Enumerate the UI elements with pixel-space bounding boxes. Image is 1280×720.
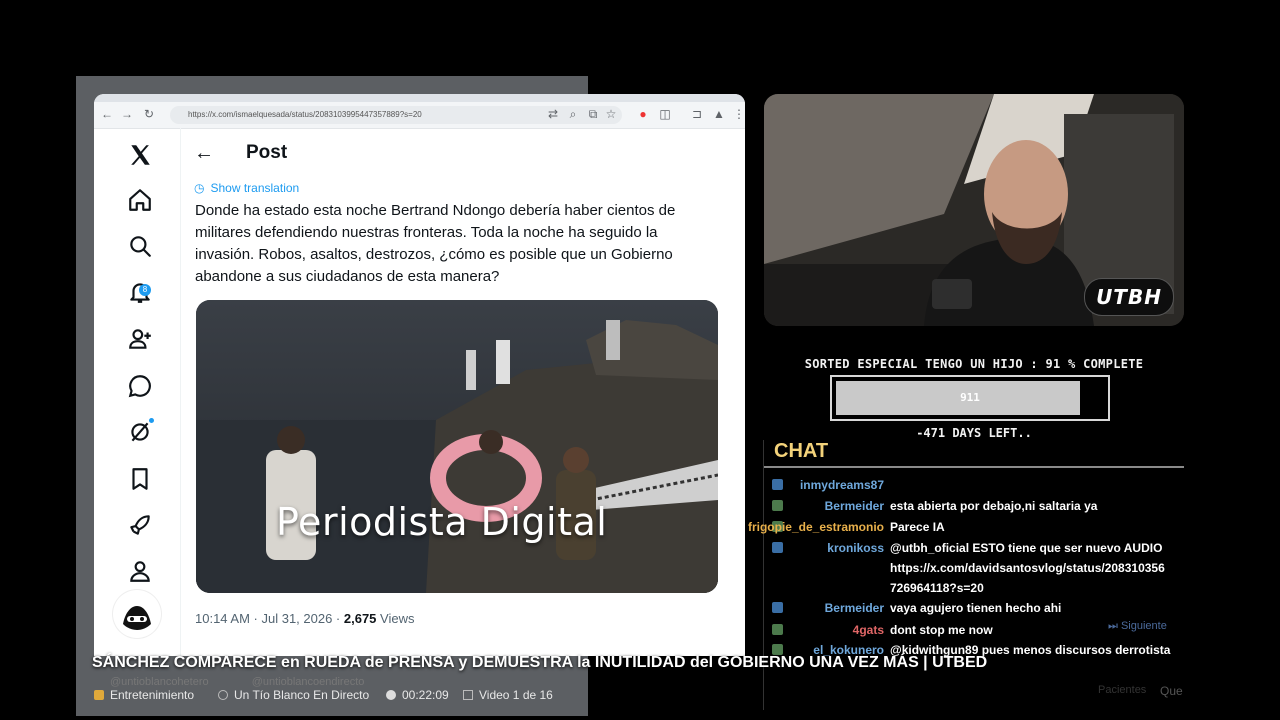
post-header-title: Post [246, 142, 288, 163]
folder-icon [94, 690, 104, 700]
browser-toolbar: ← → ↻ https://x.com/ismaelquesada/status… [94, 102, 745, 129]
video-frame [196, 300, 718, 593]
tweet-metadata: 10:14 AM · Jul 31, 2026 · 2,675 Views [195, 610, 414, 628]
sidebar-icon[interactable]: ⊐ [688, 105, 706, 123]
category-label: Entretenimiento [110, 688, 195, 702]
clock-icon [386, 690, 396, 700]
chat-message-text: esta abierta por debajo,ni saltaria ya [890, 499, 1098, 513]
channel-item[interactable]: Un Tío Blanco En Directo [218, 688, 369, 702]
duration-item: 00:22:09 [386, 688, 449, 702]
translate-globe-icon: ◷ [194, 181, 205, 195]
browser-window: ← → ↻ https://x.com/ismaelquesada/status… [94, 94, 745, 656]
chat-badge-icon [772, 602, 783, 613]
forward-arrow-icon[interactable]: → [118, 105, 136, 123]
grok-icon[interactable] [127, 419, 153, 445]
reload-icon[interactable]: ↻ [140, 105, 158, 123]
grok-indicator-dot [149, 418, 154, 423]
x-logo-icon[interactable] [127, 142, 153, 168]
show-translation-link[interactable]: ◷ Show translation [194, 180, 299, 196]
views-label: Views [376, 611, 415, 626]
video-headline: SÁNCHEZ COMPARECE en RUEDA de PRENSA y D… [92, 654, 988, 671]
utbh-logo-badge: UTBH [1084, 278, 1174, 316]
goal-progress-bar: 911 [830, 375, 1110, 421]
siguiente-text: Siguiente [1120, 620, 1167, 632]
profile-icon[interactable] [127, 558, 153, 584]
video-index-item: Video 1 de 16 [463, 688, 553, 702]
extension-icon[interactable]: ◫ [656, 105, 674, 123]
chat-username[interactable]: 4gats [788, 620, 884, 640]
chat-badge-icon [772, 624, 783, 635]
menu-icon[interactable]: ⋮ [730, 105, 745, 123]
chat-heading-underline [764, 466, 1184, 468]
chat-message-text: @utbh_oficial ESTO tiene que ser nuevo A… [890, 541, 1163, 555]
bookmarks-icon[interactable] [127, 466, 153, 492]
home-icon[interactable] [127, 187, 153, 213]
back-arrow-icon[interactable]: ← [98, 105, 116, 123]
zoom-icon[interactable]: ⌕ [564, 105, 582, 123]
account-icon[interactable]: ▲ [710, 105, 728, 123]
chat-badge-icon [772, 542, 783, 553]
chat-username[interactable]: inmydreams87 [788, 475, 884, 495]
chat-message-text: https://x.com/davidsantosvlog/status/208… [890, 561, 1165, 575]
video-caption: Periodista Digital [276, 500, 608, 544]
duration-label: 00:22:09 [402, 688, 449, 702]
x-sidebar-nav: 8 [94, 128, 181, 656]
tweet-timestamp[interactable]: 10:14 AM · Jul 31, 2026 · [195, 611, 344, 626]
install-icon[interactable]: ⧉ [584, 105, 602, 123]
explore-search-icon[interactable] [127, 233, 153, 259]
user-avatar[interactable] [113, 590, 161, 638]
tweet-text: Donde ha estado esta noche Bertrand Ndon… [195, 202, 676, 285]
user-icon [218, 690, 228, 700]
chat-message-text: 726964118?s=20 [890, 581, 984, 595]
opera-icon[interactable]: ● [634, 105, 652, 123]
chat-message-text: dont stop me now [890, 623, 993, 637]
messages-chat-icon[interactable] [127, 373, 153, 399]
video-info-bar: Entretenimiento Un Tío Blanco En Directo… [0, 682, 1280, 708]
bookmark-star-icon[interactable]: ☆ [602, 105, 620, 123]
channel-label: Un Tío Blanco En Directo [234, 688, 370, 702]
tweet-video[interactable]: Periodista Digital [196, 300, 718, 593]
chat-badge-icon [772, 479, 783, 490]
back-arrow-icon[interactable]: ← [194, 142, 216, 164]
chat-message-text: vaya agujero tienen hecho ahi [890, 601, 1062, 615]
category-item[interactable]: Entretenimiento [94, 688, 194, 702]
chat-username[interactable]: kronikoss [788, 538, 884, 558]
goal-progress-title: SORTED ESPECIAL TENGO UN HIJO : 91 % COM… [804, 357, 1144, 371]
browser-tabstrip [94, 94, 745, 102]
notification-count-badge: 8 [139, 284, 151, 296]
days-left-label: -471 DAYS LEFT.. [916, 426, 1032, 440]
rocket-icon[interactable] [127, 512, 153, 538]
goal-progress-track: 911 [836, 381, 1104, 415]
follow-person-icon[interactable] [127, 326, 153, 352]
views-count: 2,675 [343, 611, 377, 626]
film-icon [463, 690, 473, 700]
chat-heading: CHAT [774, 440, 829, 462]
chat-message-text: Parece IA [890, 520, 945, 534]
chat-username[interactable]: Bermeider [788, 598, 884, 618]
video-index-label: Video 1 de 16 [479, 688, 553, 702]
siguiente-label: ⏭ Siguiente [1108, 620, 1167, 632]
chat-badge-icon [772, 500, 783, 511]
chat-username[interactable]: Bermeider [788, 496, 884, 516]
show-translation-label: Show translation [210, 181, 300, 195]
translate-icon[interactable]: ⇄ [544, 105, 562, 123]
chat-username[interactable]: frigopie_de_estramonio [740, 517, 884, 537]
goal-progress-value: 911 [960, 391, 980, 404]
webcam-feed: UTBH [764, 94, 1184, 326]
